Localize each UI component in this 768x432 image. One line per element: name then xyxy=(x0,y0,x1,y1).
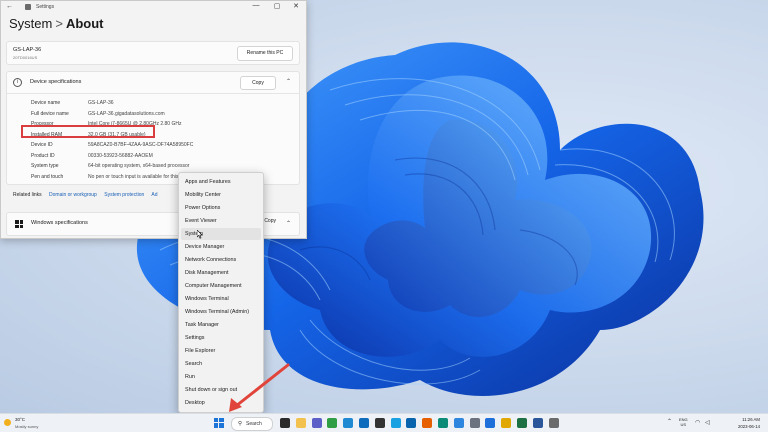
sun-icon xyxy=(4,419,11,426)
menu-item-power-options[interactable]: Power Options xyxy=(179,202,263,214)
wifi-icon[interactable]: ◠ xyxy=(695,419,700,426)
breadcrumb-separator: > xyxy=(55,16,63,31)
taskbar-search[interactable]: ⚲ Search xyxy=(231,417,273,431)
spec-key: Product ID xyxy=(31,152,55,159)
spec-key: Full device name xyxy=(31,110,69,117)
store-icon[interactable] xyxy=(359,418,369,428)
photos-icon[interactable] xyxy=(453,418,464,428)
region-code: US xyxy=(680,422,687,427)
volume-icon[interactable]: ◁ xyxy=(705,419,710,426)
chevron-up-icon[interactable]: ⌃ xyxy=(286,78,291,85)
menu-item-run[interactable]: Run xyxy=(179,371,263,383)
date: 2023-06-14 xyxy=(738,424,760,429)
menu-item-apps-and-features[interactable]: Apps and Features xyxy=(179,176,263,188)
menu-item-file-explorer[interactable]: File Explorer xyxy=(179,345,263,357)
menu-item-windows-terminal-admin[interactable]: Windows Terminal (Admin) xyxy=(179,306,263,318)
spec-value: GS-LAP-36 xyxy=(88,100,114,106)
spec-key: Device name xyxy=(31,100,61,106)
advanced-settings-link[interactable]: Ad xyxy=(151,192,157,198)
clock[interactable]: 11:26 AM 2023-06-14 xyxy=(730,416,760,430)
rename-pc-button[interactable]: Rename this PC xyxy=(237,46,293,61)
spec-key: System type xyxy=(31,163,59,169)
word-icon[interactable] xyxy=(532,418,543,428)
menu-item-disk-management[interactable]: Disk Management xyxy=(179,267,263,279)
excel-icon[interactable] xyxy=(517,418,527,428)
back-arrow-icon[interactable]: ← xyxy=(6,3,13,10)
mouse-cursor-icon xyxy=(197,230,203,239)
window-title: Settings xyxy=(36,4,55,10)
related-links-label: Related links xyxy=(13,192,42,198)
copy-specs-button[interactable]: Copy xyxy=(240,76,276,90)
weather-condition: Mostly sunny xyxy=(15,424,39,429)
maximize-button[interactable]: ▢ xyxy=(267,2,287,10)
start-button[interactable] xyxy=(214,418,224,428)
notepad-icon[interactable] xyxy=(469,418,480,428)
menu-item-network-connections[interactable]: Network Connections xyxy=(179,254,263,266)
search-label: Search xyxy=(246,421,262,427)
chevron-up-icon[interactable]: ⌃ xyxy=(286,220,291,227)
menu-item-system[interactable]: System xyxy=(181,228,261,240)
installed-ram-highlight-box xyxy=(21,125,155,138)
weather-temperature: 30°C xyxy=(15,417,26,422)
chevron-up-icon[interactable]: ⌃ xyxy=(667,418,672,425)
menu-item-mobility-center[interactable]: Mobility Center xyxy=(179,189,263,201)
language-indicator[interactable]: ENG US xyxy=(679,417,688,427)
search-icon: ⚲ xyxy=(238,421,243,427)
divider xyxy=(7,93,299,94)
menu-item-event-viewer[interactable]: Event Viewer xyxy=(179,215,263,227)
file-explorer-icon[interactable] xyxy=(295,418,306,428)
settings-app-icon xyxy=(25,4,31,10)
chrome-icon[interactable] xyxy=(327,418,338,428)
spec-value: 59A8CAZ0-B7BF-4ZAA-9ASC-DF74A58950FC xyxy=(88,142,194,148)
menu-item-task-manager[interactable]: Task Manager xyxy=(179,319,263,331)
remote-desktop-icon[interactable] xyxy=(485,418,496,428)
spec-key: Pen and touch xyxy=(31,173,64,180)
menu-item-device-manager[interactable]: Device Manager xyxy=(179,241,263,253)
menu-item-desktop[interactable]: Desktop xyxy=(179,397,263,409)
device-specifications-header[interactable]: Device specifications xyxy=(30,79,81,85)
time: 11:26 AM xyxy=(742,417,760,422)
spec-key: Device ID xyxy=(31,142,53,148)
close-button[interactable]: ✕ xyxy=(286,2,306,10)
outlook-icon[interactable] xyxy=(406,418,417,428)
terminal-icon[interactable] xyxy=(374,418,385,428)
minimize-button[interactable]: — xyxy=(246,2,266,9)
windows-specifications-header[interactable]: Windows specifications xyxy=(31,220,88,226)
menu-item-shut-down-or-sign-out[interactable]: Shut down or sign out xyxy=(179,384,263,396)
menu-item-settings[interactable]: Settings xyxy=(179,332,263,344)
device-name-card: GS-LAP-36 20TD0016US Rename this PC xyxy=(6,41,300,65)
page-title: About xyxy=(65,16,104,31)
spec-value: 64-bit operating system, x64-based proce… xyxy=(88,163,190,169)
copy-windows-specs-button[interactable]: Copy xyxy=(264,218,276,224)
firefox-icon[interactable] xyxy=(422,418,433,428)
power-user-menu: Apps and Features Mobility Center Power … xyxy=(178,172,264,413)
system-protection-link[interactable]: System protection xyxy=(104,192,144,198)
menu-item-search[interactable]: Search xyxy=(179,358,263,370)
domain-or-workgroup-link[interactable]: Domain or workgroup xyxy=(49,192,97,198)
edge-dev-icon[interactable] xyxy=(438,418,448,428)
chat-icon[interactable] xyxy=(311,418,322,428)
related-links: Related links Domain or workgroup System… xyxy=(13,192,164,198)
device-model: 20TD0016US xyxy=(13,55,38,60)
taskbar: 30°C Mostly sunny ⚲ Search ⌃ ENG US ◠ ◁ … xyxy=(0,413,768,432)
spec-value: 00330-53923-56882-AAOEM xyxy=(88,152,153,159)
device-name: GS-LAP-36 xyxy=(13,47,42,53)
info-icon: i xyxy=(13,78,22,87)
windows-logo-icon xyxy=(15,220,23,228)
spec-value: GS-LAP-36.gigadatasolutions.com xyxy=(88,110,165,117)
edge-icon[interactable] xyxy=(343,418,354,428)
task-view-icon[interactable] xyxy=(280,418,290,428)
skype-icon[interactable] xyxy=(390,418,401,428)
chrome-canary-icon[interactable] xyxy=(501,418,512,428)
title-bar: ← Settings — ▢ ✕ xyxy=(1,1,306,13)
breadcrumb-system[interactable]: System xyxy=(9,16,52,31)
breadcrumb: System > About xyxy=(9,16,103,31)
menu-item-windows-terminal[interactable]: Windows Terminal xyxy=(179,293,263,305)
menu-item-computer-management[interactable]: Computer Management xyxy=(179,280,263,292)
settings-icon[interactable] xyxy=(548,418,559,428)
